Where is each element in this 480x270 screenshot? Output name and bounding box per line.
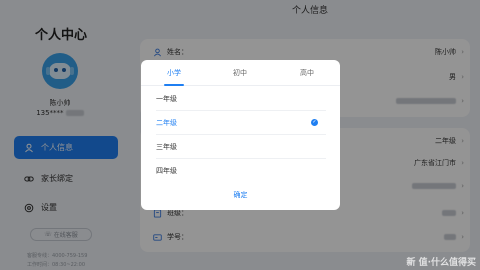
grade-option[interactable]: 一年级 [156,87,326,111]
grade-picker-modal: 小学 初中 高中 一年级 二年级 ✓ 三年级 四年级 确定 [141,60,340,210]
watermark: 新 值·什么值得买 [406,258,476,268]
check-icon: ✓ [311,119,318,126]
tab-junior[interactable]: 初中 [207,68,273,78]
grade-option-label: 二年级 [156,118,177,127]
confirm-button[interactable]: 确定 [141,190,340,200]
stage-tabs: 小学 初中 高中 [141,60,340,86]
tab-primary[interactable]: 小学 [141,68,207,78]
grade-option-selected[interactable]: 二年级 ✓ [156,111,326,135]
grade-option[interactable]: 三年级 [156,135,326,159]
active-tab-indicator [164,84,184,86]
grade-option[interactable]: 四年级 [156,159,326,183]
tab-senior[interactable]: 高中 [274,68,340,78]
